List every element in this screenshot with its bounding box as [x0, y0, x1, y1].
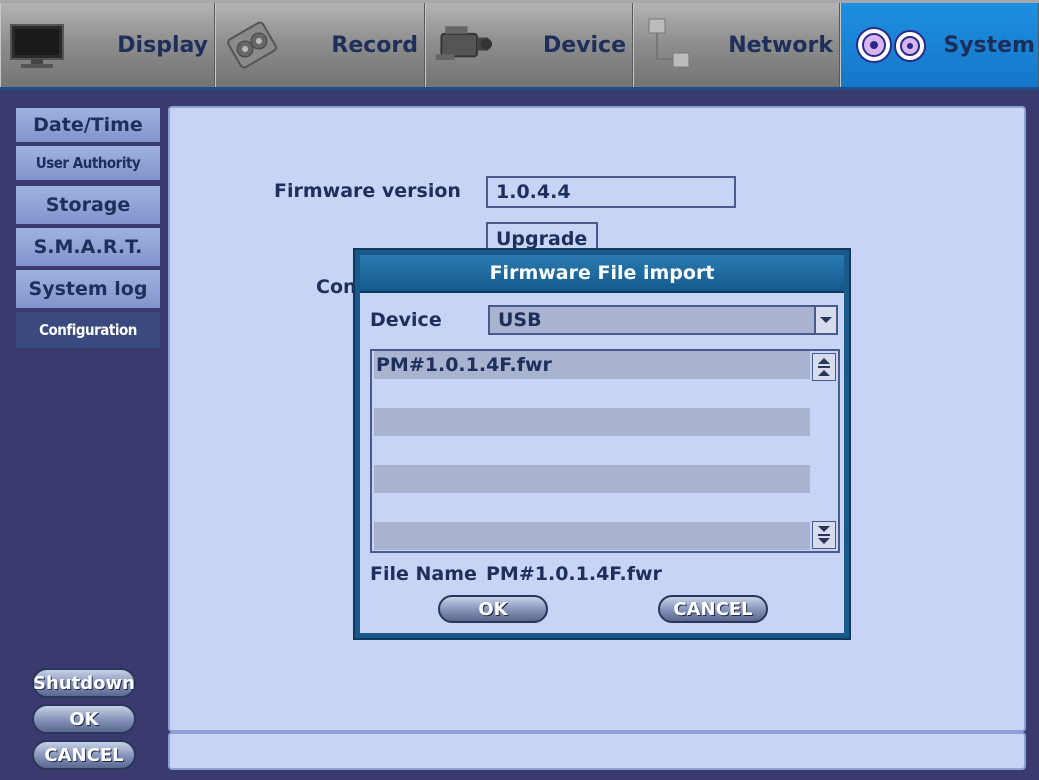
tab-network-label: Network — [728, 32, 833, 58]
sidebar-item-user-authority[interactable]: User Authority — [16, 146, 160, 182]
shutdown-button[interactable]: Shutdown — [32, 668, 136, 698]
dialog-title: Firmware File import — [360, 255, 844, 293]
ok-button[interactable]: OK — [32, 704, 136, 734]
camcorder-icon — [432, 15, 492, 75]
scroll-down-button[interactable] — [812, 521, 836, 549]
tab-system[interactable]: System — [840, 3, 1039, 87]
configuration-label-partial: Con — [316, 276, 357, 298]
device-select-value: USB — [498, 309, 542, 331]
list-item[interactable] — [374, 465, 810, 493]
scroll-up-button[interactable] — [812, 353, 836, 381]
film-reel-icon — [222, 15, 282, 75]
sidebar-item-date-time[interactable]: Date/Time — [16, 108, 160, 144]
network-icon — [640, 15, 700, 75]
tab-display-label: Display — [117, 32, 208, 58]
cancel-button[interactable]: CANCEL — [32, 740, 136, 770]
sidebar-item-configuration[interactable]: Configuration — [16, 312, 160, 350]
monitor-icon — [7, 15, 67, 75]
sidebar-item-system-log[interactable]: System log — [16, 270, 160, 310]
file-name-value: PM#1.0.1.4F.fwr — [486, 563, 662, 585]
list-item[interactable]: PM#1.0.1.4F.fwr — [374, 351, 810, 379]
tab-record-label: Record — [331, 32, 418, 58]
top-tab-bar: Display Record Device Network System — [0, 0, 1039, 90]
chevron-down-icon[interactable] — [814, 307, 836, 333]
dialog-ok-button[interactable]: OK — [438, 595, 548, 623]
sidebar-item-storage[interactable]: Storage — [16, 186, 160, 226]
status-bar — [168, 732, 1026, 770]
tab-record[interactable]: Record — [215, 3, 425, 87]
list-item[interactable] — [374, 522, 810, 550]
device-select[interactable]: USB — [488, 305, 838, 335]
file-name-label: File Name — [370, 563, 477, 585]
tab-device-label: Device — [542, 32, 626, 58]
firmware-file-import-dialog: Firmware File import Device USB PM#1.0.1… — [355, 250, 849, 638]
tab-network[interactable]: Network — [633, 3, 840, 87]
list-item[interactable] — [374, 408, 810, 436]
dialog-cancel-button[interactable]: CANCEL — [658, 595, 768, 623]
tab-system-label: System — [943, 32, 1035, 58]
tab-device[interactable]: Device — [425, 3, 633, 87]
firmware-version-field: 1.0.4.4 — [486, 176, 736, 208]
gears-icon — [851, 15, 935, 75]
device-label: Device — [370, 309, 442, 331]
sidebar-item-smart[interactable]: S.M.A.R.T. — [16, 228, 160, 268]
firmware-version-label: Firmware version — [274, 180, 461, 202]
file-list[interactable]: PM#1.0.1.4F.fwr — [370, 349, 840, 553]
tab-display[interactable]: Display — [0, 3, 215, 87]
